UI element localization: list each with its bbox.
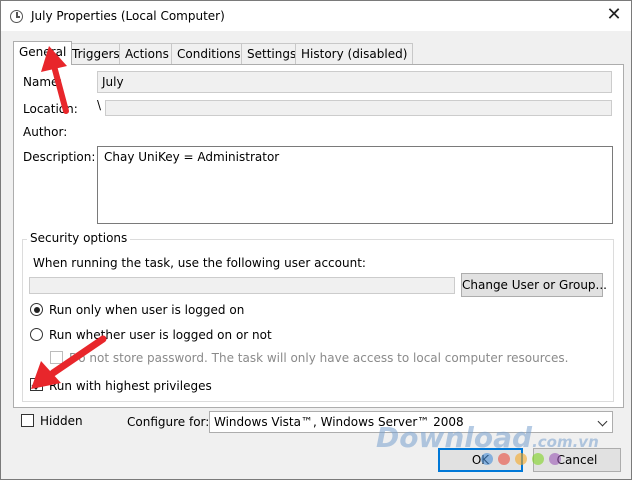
chevron-down-icon — [597, 416, 608, 427]
description-label: Description: — [23, 150, 96, 164]
hidden-label[interactable]: Hidden — [40, 414, 83, 428]
user-account-field — [29, 277, 455, 294]
download-watermark: Download.com.vn — [376, 421, 599, 454]
watermark-dots — [481, 453, 566, 468]
name-field[interactable]: July — [97, 71, 612, 93]
location-value: \ — [97, 98, 102, 112]
change-user-button[interactable]: Change User or Group... — [461, 273, 607, 297]
tab-actions[interactable]: Actions — [119, 43, 175, 64]
radio-logged-on-label[interactable]: Run only when user is logged on — [49, 303, 244, 317]
account-prompt: When running the task, use the following… — [33, 256, 366, 270]
security-options-title: Security options — [27, 231, 131, 245]
description-input[interactable]: Chay UniKey = Administrator — [97, 146, 613, 224]
close-icon[interactable]: ✕ — [599, 3, 629, 29]
clock-icon — [10, 10, 23, 23]
tab-settings[interactable]: Settings — [241, 43, 303, 64]
tab-history[interactable]: History (disabled) — [295, 43, 414, 64]
author-label: Author: — [23, 125, 68, 139]
tab-conditions[interactable]: Conditions — [171, 43, 247, 64]
annotation-arrow-icon — [41, 46, 69, 114]
title-bar: July Properties (Local Computer) ✕ — [1, 1, 631, 31]
window-title: July Properties (Local Computer) — [31, 9, 225, 23]
configure-for-label: Configure for: — [127, 415, 210, 429]
hidden-checkbox[interactable] — [21, 414, 34, 427]
do-not-store-password-label: Do not store password. The task will onl… — [69, 351, 569, 365]
radio-logged-on[interactable] — [30, 303, 43, 316]
location-field — [105, 100, 612, 116]
properties-dialog: July Properties (Local Computer) ✕ Gener… — [0, 0, 632, 480]
annotation-arrow-icon — [31, 335, 107, 389]
